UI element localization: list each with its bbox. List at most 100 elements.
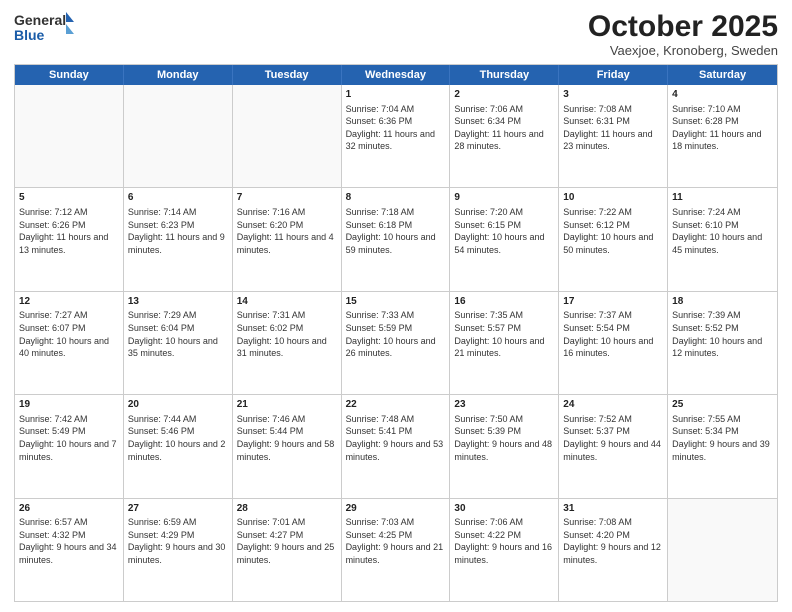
day-number: 9: [454, 191, 554, 205]
day-number: 24: [563, 398, 663, 412]
calendar-cell: 20Sunrise: 7:44 AMSunset: 5:46 PMDayligh…: [124, 395, 233, 497]
calendar-cell: 4Sunrise: 7:10 AMSunset: 6:28 PMDaylight…: [668, 85, 777, 187]
weekday-header: Wednesday: [342, 65, 451, 85]
weekday-header: Friday: [559, 65, 668, 85]
calendar-header: SundayMondayTuesdayWednesdayThursdayFrid…: [15, 65, 777, 85]
calendar-cell: [233, 85, 342, 187]
cell-info: Sunrise: 7:39 AMSunset: 5:52 PMDaylight:…: [672, 309, 773, 359]
calendar-cell: [668, 499, 777, 601]
logo: GeneralBlue: [14, 10, 74, 48]
cell-info: Sunrise: 7:18 AMSunset: 6:18 PMDaylight:…: [346, 206, 446, 256]
cell-info: Sunrise: 7:24 AMSunset: 6:10 PMDaylight:…: [672, 206, 773, 256]
calendar-cell: 14Sunrise: 7:31 AMSunset: 6:02 PMDayligh…: [233, 292, 342, 394]
calendar-cell: 24Sunrise: 7:52 AMSunset: 5:37 PMDayligh…: [559, 395, 668, 497]
cell-info: Sunrise: 7:50 AMSunset: 5:39 PMDaylight:…: [454, 413, 554, 463]
weekday-header: Saturday: [668, 65, 777, 85]
calendar-cell: 28Sunrise: 7:01 AMSunset: 4:27 PMDayligh…: [233, 499, 342, 601]
cell-info: Sunrise: 6:57 AMSunset: 4:32 PMDaylight:…: [19, 516, 119, 566]
cell-info: Sunrise: 6:59 AMSunset: 4:29 PMDaylight:…: [128, 516, 228, 566]
calendar-cell: 3Sunrise: 7:08 AMSunset: 6:31 PMDaylight…: [559, 85, 668, 187]
calendar-cell: 8Sunrise: 7:18 AMSunset: 6:18 PMDaylight…: [342, 188, 451, 290]
calendar-cell: 6Sunrise: 7:14 AMSunset: 6:23 PMDaylight…: [124, 188, 233, 290]
calendar-body: 1Sunrise: 7:04 AMSunset: 6:36 PMDaylight…: [15, 85, 777, 601]
cell-info: Sunrise: 7:03 AMSunset: 4:25 PMDaylight:…: [346, 516, 446, 566]
page-header: GeneralBlue October 2025 Vaexjoe, Kronob…: [14, 10, 778, 58]
calendar-cell: 29Sunrise: 7:03 AMSunset: 4:25 PMDayligh…: [342, 499, 451, 601]
day-number: 23: [454, 398, 554, 412]
day-number: 2: [454, 88, 554, 102]
calendar-cell: 31Sunrise: 7:08 AMSunset: 4:20 PMDayligh…: [559, 499, 668, 601]
calendar-cell: 26Sunrise: 6:57 AMSunset: 4:32 PMDayligh…: [15, 499, 124, 601]
cell-info: Sunrise: 7:29 AMSunset: 6:04 PMDaylight:…: [128, 309, 228, 359]
cell-info: Sunrise: 7:48 AMSunset: 5:41 PMDaylight:…: [346, 413, 446, 463]
cell-info: Sunrise: 7:08 AMSunset: 6:31 PMDaylight:…: [563, 103, 663, 153]
calendar-cell: 2Sunrise: 7:06 AMSunset: 6:34 PMDaylight…: [450, 85, 559, 187]
weekday-header: Monday: [124, 65, 233, 85]
cell-info: Sunrise: 7:27 AMSunset: 6:07 PMDaylight:…: [19, 309, 119, 359]
day-number: 7: [237, 191, 337, 205]
svg-text:General: General: [14, 12, 66, 28]
day-number: 10: [563, 191, 663, 205]
calendar-cell: 12Sunrise: 7:27 AMSunset: 6:07 PMDayligh…: [15, 292, 124, 394]
cell-info: Sunrise: 7:22 AMSunset: 6:12 PMDaylight:…: [563, 206, 663, 256]
cell-info: Sunrise: 7:33 AMSunset: 5:59 PMDaylight:…: [346, 309, 446, 359]
cell-info: Sunrise: 7:04 AMSunset: 6:36 PMDaylight:…: [346, 103, 446, 153]
cell-info: Sunrise: 7:12 AMSunset: 6:26 PMDaylight:…: [19, 206, 119, 256]
cell-info: Sunrise: 7:42 AMSunset: 5:49 PMDaylight:…: [19, 413, 119, 463]
weekday-header: Tuesday: [233, 65, 342, 85]
day-number: 29: [346, 502, 446, 516]
cell-info: Sunrise: 7:46 AMSunset: 5:44 PMDaylight:…: [237, 413, 337, 463]
calendar-cell: 18Sunrise: 7:39 AMSunset: 5:52 PMDayligh…: [668, 292, 777, 394]
cell-info: Sunrise: 7:08 AMSunset: 4:20 PMDaylight:…: [563, 516, 663, 566]
day-number: 25: [672, 398, 773, 412]
day-number: 28: [237, 502, 337, 516]
calendar-cell: 15Sunrise: 7:33 AMSunset: 5:59 PMDayligh…: [342, 292, 451, 394]
calendar-cell: 5Sunrise: 7:12 AMSunset: 6:26 PMDaylight…: [15, 188, 124, 290]
calendar-cell: 17Sunrise: 7:37 AMSunset: 5:54 PMDayligh…: [559, 292, 668, 394]
day-number: 17: [563, 295, 663, 309]
cell-info: Sunrise: 7:55 AMSunset: 5:34 PMDaylight:…: [672, 413, 773, 463]
day-number: 13: [128, 295, 228, 309]
cell-info: Sunrise: 7:16 AMSunset: 6:20 PMDaylight:…: [237, 206, 337, 256]
day-number: 19: [19, 398, 119, 412]
calendar-cell: 21Sunrise: 7:46 AMSunset: 5:44 PMDayligh…: [233, 395, 342, 497]
calendar-row: 19Sunrise: 7:42 AMSunset: 5:49 PMDayligh…: [15, 395, 777, 498]
calendar-cell: 7Sunrise: 7:16 AMSunset: 6:20 PMDaylight…: [233, 188, 342, 290]
day-number: 31: [563, 502, 663, 516]
cell-info: Sunrise: 7:37 AMSunset: 5:54 PMDaylight:…: [563, 309, 663, 359]
calendar: SundayMondayTuesdayWednesdayThursdayFrid…: [14, 64, 778, 602]
cell-info: Sunrise: 7:10 AMSunset: 6:28 PMDaylight:…: [672, 103, 773, 153]
day-number: 3: [563, 88, 663, 102]
cell-info: Sunrise: 7:44 AMSunset: 5:46 PMDaylight:…: [128, 413, 228, 463]
day-number: 27: [128, 502, 228, 516]
svg-text:Blue: Blue: [14, 27, 45, 43]
cell-info: Sunrise: 7:31 AMSunset: 6:02 PMDaylight:…: [237, 309, 337, 359]
calendar-cell: [15, 85, 124, 187]
day-number: 5: [19, 191, 119, 205]
cell-info: Sunrise: 7:06 AMSunset: 6:34 PMDaylight:…: [454, 103, 554, 153]
calendar-cell: 25Sunrise: 7:55 AMSunset: 5:34 PMDayligh…: [668, 395, 777, 497]
month-title: October 2025: [588, 10, 778, 43]
calendar-row: 5Sunrise: 7:12 AMSunset: 6:26 PMDaylight…: [15, 188, 777, 291]
calendar-cell: 10Sunrise: 7:22 AMSunset: 6:12 PMDayligh…: [559, 188, 668, 290]
day-number: 8: [346, 191, 446, 205]
cell-info: Sunrise: 7:52 AMSunset: 5:37 PMDaylight:…: [563, 413, 663, 463]
calendar-row: 26Sunrise: 6:57 AMSunset: 4:32 PMDayligh…: [15, 499, 777, 601]
day-number: 4: [672, 88, 773, 102]
day-number: 21: [237, 398, 337, 412]
calendar-cell: 23Sunrise: 7:50 AMSunset: 5:39 PMDayligh…: [450, 395, 559, 497]
calendar-cell: 13Sunrise: 7:29 AMSunset: 6:04 PMDayligh…: [124, 292, 233, 394]
cell-info: Sunrise: 7:06 AMSunset: 4:22 PMDaylight:…: [454, 516, 554, 566]
day-number: 26: [19, 502, 119, 516]
calendar-cell: 11Sunrise: 7:24 AMSunset: 6:10 PMDayligh…: [668, 188, 777, 290]
day-number: 18: [672, 295, 773, 309]
day-number: 15: [346, 295, 446, 309]
calendar-cell: 19Sunrise: 7:42 AMSunset: 5:49 PMDayligh…: [15, 395, 124, 497]
day-number: 22: [346, 398, 446, 412]
calendar-cell: 16Sunrise: 7:35 AMSunset: 5:57 PMDayligh…: [450, 292, 559, 394]
day-number: 1: [346, 88, 446, 102]
day-number: 20: [128, 398, 228, 412]
cell-info: Sunrise: 7:01 AMSunset: 4:27 PMDaylight:…: [237, 516, 337, 566]
cell-info: Sunrise: 7:35 AMSunset: 5:57 PMDaylight:…: [454, 309, 554, 359]
day-number: 12: [19, 295, 119, 309]
